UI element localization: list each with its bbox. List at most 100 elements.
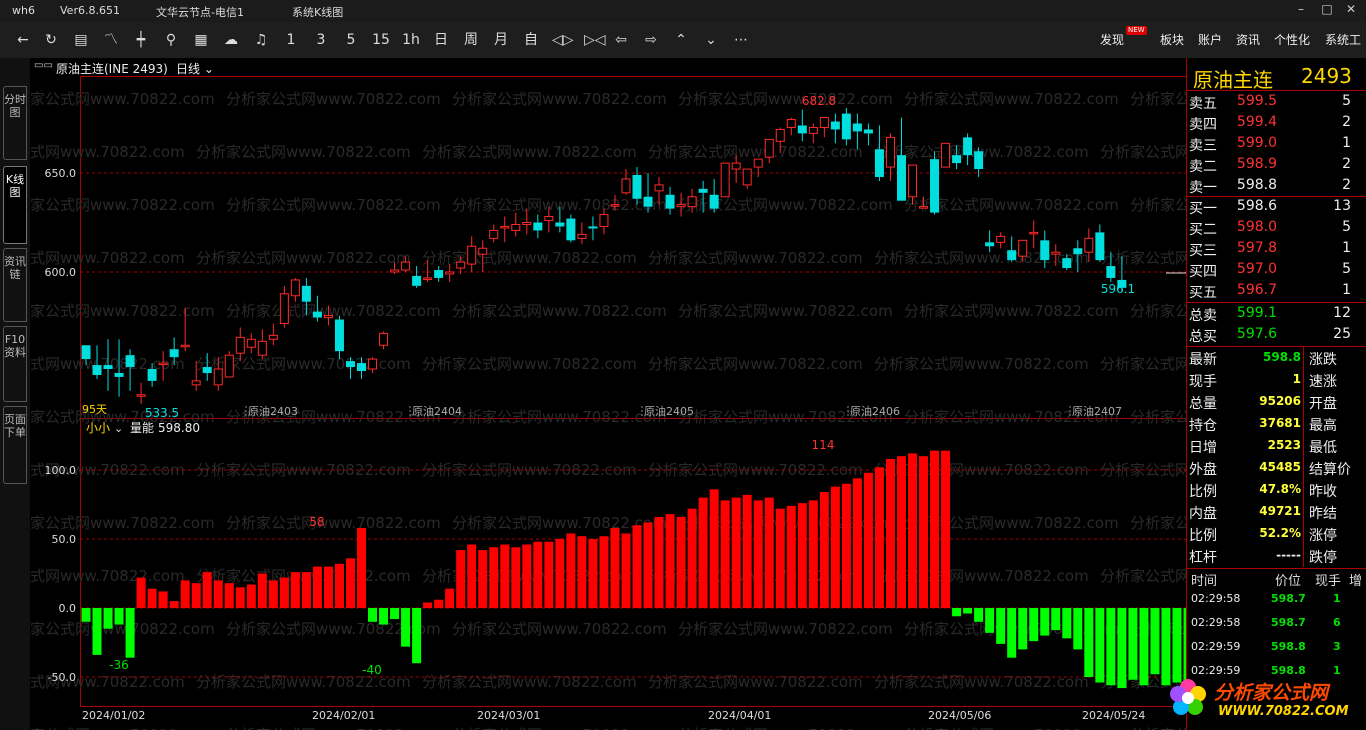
volume-bar (1062, 608, 1072, 639)
cloud-icon[interactable]: ☁ (222, 30, 240, 50)
contract-label-2404: 原油2404 (412, 404, 462, 418)
bell-icon[interactable]: ♫ (252, 30, 270, 50)
period-3m[interactable]: 3 (312, 30, 330, 50)
period-15m[interactable]: 15 (372, 30, 390, 50)
candle-body (390, 269, 400, 273)
expand-icon[interactable]: ◁▷ (552, 30, 574, 50)
candle-body (952, 155, 962, 164)
book-row-ask1[interactable]: 卖一 598.8 2 (1187, 175, 1366, 196)
volume-bar (158, 591, 168, 608)
volume-bar (279, 577, 289, 608)
watermark-text: 分析家公式网www.70822.com (678, 726, 893, 730)
tab-intraday[interactable]: 分时图 (3, 86, 27, 160)
tab-news-chain[interactable]: 资讯链 (3, 248, 27, 322)
period-5m[interactable]: 5 (342, 30, 360, 50)
candle-body (610, 204, 620, 207)
candle-body (213, 368, 223, 386)
period-selector[interactable]: 日线 ⌄ (176, 60, 214, 77)
chart-area[interactable]: 分析家公式网www.70822.com 分析家公式网www.70822.com 分析… (30, 76, 1186, 730)
book-row-ask[interactable]: 卖二 598.9 2 (1187, 154, 1366, 175)
book-qty: 13 (1333, 198, 1351, 214)
watermark-text: 分析家公式网www.70822.com (874, 355, 1089, 373)
maximize-icon[interactable]: □ (1318, 2, 1336, 18)
stat-value: 598.8 (1263, 350, 1301, 364)
period-1m[interactable]: 1 (282, 30, 300, 50)
volume-bar (643, 522, 653, 608)
grid-icon[interactable]: ▦ (192, 30, 210, 50)
date-tick: 2024/05/24 (1082, 709, 1145, 722)
minimize-icon[interactable]: – (1292, 2, 1310, 18)
watermark-text: 分析家公式网www.70822.com (874, 673, 1089, 691)
book-label: 买四 (1189, 264, 1217, 280)
volume-bar (1029, 608, 1039, 642)
stat-value: 2523 (1267, 438, 1301, 452)
candle-body (1073, 248, 1083, 255)
close-icon[interactable]: ✕ (1342, 2, 1360, 18)
period-week[interactable]: 周 (462, 30, 480, 50)
tab-f10[interactable]: F10资料 (3, 326, 27, 402)
watermark-text: 分析家公式网www.70822.com (30, 302, 215, 320)
menu-personalize[interactable]: 个性化 (1274, 31, 1310, 48)
book-row-bid[interactable]: 买三 597.8 1 (1187, 238, 1366, 259)
arrow-left-icon[interactable]: ⇦ (612, 30, 630, 50)
back-icon[interactable]: ← (14, 30, 32, 50)
vol-peak-label-114: 114 (812, 438, 835, 452)
quote-panel: 原油主连 2493 卖五 599.5 5 卖四 599.4 2 卖三 599.0 1 卖二 598.… (1186, 58, 1366, 730)
list-icon[interactable]: ▤ (72, 30, 90, 50)
arrow-down-icon[interactable]: ⌄ (702, 30, 720, 50)
book-row-bid[interactable]: 买二 598.0 5 (1187, 217, 1366, 238)
book-label: 买一 (1189, 201, 1217, 217)
menu-sector[interactable]: 板块 (1160, 31, 1184, 48)
stat-label: 比例 (1189, 484, 1217, 500)
watermark-text: 分析家公式网www.70822.com (452, 620, 667, 638)
tab-kline[interactable]: K线图 (3, 166, 27, 244)
candle-body (334, 319, 344, 352)
book-row-ask[interactable]: 卖四 599.4 2 (1187, 112, 1366, 133)
compress-icon[interactable]: ▷◁ (584, 30, 606, 50)
stat-label: 日增 (1189, 440, 1217, 456)
candle-icon[interactable]: ┿ (132, 30, 150, 50)
tab-order[interactable]: 页面下单 (3, 406, 27, 484)
book-row-bid[interactable]: 买五 596.7 1 (1187, 280, 1366, 301)
volume-bar (566, 533, 576, 608)
period-day[interactable]: 日 (432, 30, 450, 50)
line-chart-icon[interactable]: 〽 (102, 30, 120, 50)
book-row-bid1[interactable]: 买一 598.6 13 (1187, 196, 1366, 217)
period-1h[interactable]: 1h (402, 30, 420, 50)
candle (930, 151, 940, 215)
watermark-text: 分析家公式网www.70822.com (648, 249, 863, 267)
server-node[interactable]: 文华云节点-电信1 (156, 4, 244, 20)
watermark-text: 分析家公式网www.70822.com (422, 249, 637, 267)
book-row-ask[interactable]: 卖五 599.5 5 (1187, 91, 1366, 112)
volume-bar (709, 489, 719, 608)
watermark-text: 分析家公式网www.70822.com (678, 302, 893, 320)
volume-bar (478, 550, 488, 608)
menu-news[interactable]: 资讯 (1236, 31, 1260, 48)
draw-icon[interactable]: ⚲ (162, 30, 180, 50)
menu-system[interactable]: 系统工 (1325, 31, 1361, 48)
period-month[interactable]: 月 (492, 30, 510, 50)
candle-body (434, 270, 444, 278)
arrow-up-icon[interactable]: ⌃ (672, 30, 690, 50)
book-row-ask[interactable]: 卖三 599.0 1 (1187, 133, 1366, 154)
arrow-right-icon[interactable]: ⇨ (642, 30, 660, 50)
menu-discover[interactable]: 发现 (1100, 31, 1124, 48)
volume-bar (919, 456, 929, 608)
contract-label-2403: 原油2403 (248, 404, 298, 418)
candle-body (566, 218, 576, 241)
tick-time: 02:29:58 (1191, 592, 1241, 605)
refresh-icon[interactable]: ↻ (42, 30, 60, 50)
more-icon[interactable]: ⋯ (732, 30, 750, 50)
candle-body (312, 311, 322, 318)
volume-bar (852, 478, 862, 608)
candle-body (919, 206, 929, 209)
period-custom[interactable]: 自 (522, 30, 540, 50)
tick-price: 598.7 (1271, 616, 1306, 629)
stat-row: 总量 95206 开盘 (1187, 391, 1366, 413)
stat-row: 内盘 49721 昨结 (1187, 501, 1366, 523)
book-label: 卖二 (1189, 159, 1217, 175)
menu-account[interactable]: 账户 (1198, 31, 1222, 48)
book-row-bid[interactable]: 买四 597.0 5 (1187, 259, 1366, 280)
book-label: 卖五 (1189, 96, 1217, 112)
layout-icon[interactable]: ▭▭ (34, 60, 53, 71)
